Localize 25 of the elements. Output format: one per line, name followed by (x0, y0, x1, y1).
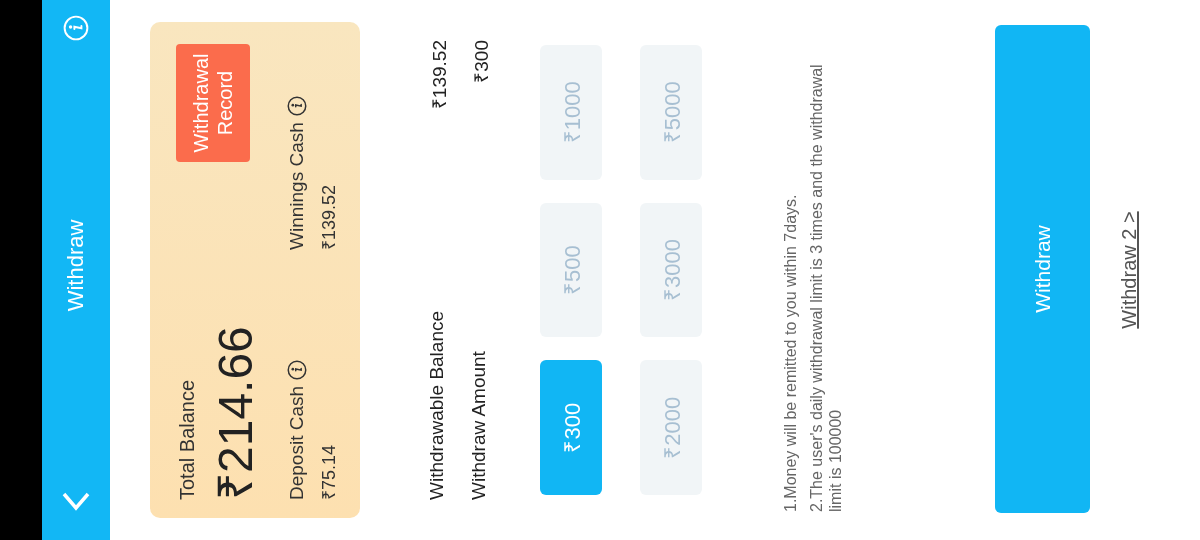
cash-label: Deposit Cash (286, 385, 308, 500)
amount-option[interactable]: ₹3000 (640, 202, 702, 338)
page-title: Withdraw (63, 219, 89, 312)
total-balance-label: Total Balance (176, 378, 199, 500)
cash-amount: ₹75.14 (318, 443, 340, 500)
amount-option[interactable]: ₹500 (540, 202, 602, 338)
info-icon (287, 359, 307, 380)
cash-label: Winnings Cash (286, 122, 308, 250)
note-text: 2.The user's daily withdrawal limit is 3 times and the withdrawal limit is 100000 (808, 63, 845, 512)
total-balance-amount: ₹214.66 (208, 326, 263, 500)
summary-label: Withdraw Amount (468, 351, 490, 500)
summary-value: ₹139.52 (428, 40, 451, 110)
note-text: 1.Money will be remitted to you within 7days. (782, 193, 800, 512)
cash-amount: ₹139.52 (318, 183, 340, 250)
amount-option[interactable]: ₹300 (540, 360, 602, 495)
info-icon (63, 15, 89, 41)
amount-option[interactable]: ₹5000 (640, 45, 702, 180)
withdrawal-record-button[interactable]: Withdrawal Record (176, 44, 250, 162)
amount-option[interactable]: ₹1000 (540, 45, 602, 180)
info-icon (287, 96, 307, 117)
amount-option[interactable]: ₹2000 (640, 360, 702, 495)
summary-value: ₹300 (470, 40, 493, 83)
withdraw-link[interactable]: Withdraw 2 > (1118, 211, 1142, 329)
withdraw-button[interactable]: Withdraw (995, 25, 1091, 513)
summary-label: Withdrawable Balance (426, 310, 448, 500)
